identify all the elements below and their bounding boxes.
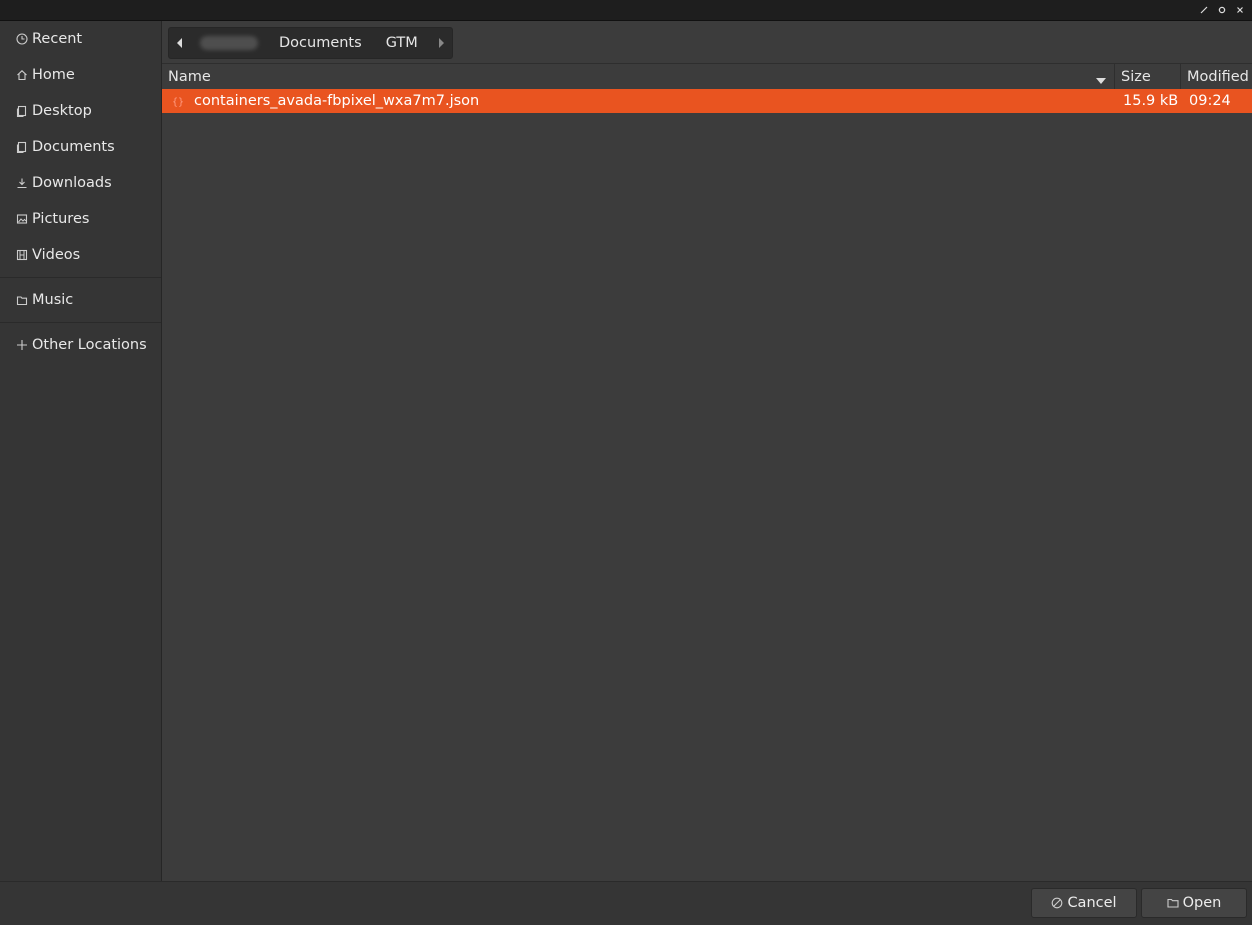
places-sidebar: Recent Home Desktop Documents Downloads … [0, 21, 162, 881]
sidebar-item-documents[interactable]: Documents [0, 130, 161, 164]
action-bar: Cancel Open [0, 881, 1252, 925]
sidebar-item-label: Videos [32, 247, 81, 263]
column-header-modified[interactable]: Modified [1181, 64, 1252, 89]
file-list: Name Size Modified {} containers_avada-f… [162, 63, 1252, 881]
sidebar-item-desktop[interactable]: Desktop [0, 94, 161, 128]
file-name: containers_avada-fbpixel_wxa7m7.json [194, 93, 480, 109]
window-controls [1196, 2, 1248, 18]
sidebar-item-label: Recent [32, 31, 83, 47]
sidebar-item-music[interactable]: Music [0, 283, 161, 317]
path-bar: Documents GTM [168, 27, 453, 59]
cancel-button[interactable]: Cancel [1031, 888, 1137, 918]
file-row[interactable]: {} containers_avada-fbpixel_wxa7m7.json … [162, 89, 1252, 113]
sidebar-divider [0, 322, 161, 323]
svg-text:{}: {} [172, 97, 184, 108]
path-forward-arrow-icon[interactable] [430, 28, 452, 58]
path-segment-documents[interactable]: Documents [267, 28, 374, 58]
file-size: 15.9 kB [1123, 93, 1179, 109]
column-header-label: Size [1121, 68, 1151, 85]
file-modified: 09:24 [1189, 93, 1231, 109]
sidebar-item-downloads[interactable]: Downloads [0, 166, 161, 200]
open-label: Open [1182, 895, 1222, 911]
close-icon[interactable] [1232, 2, 1248, 18]
sort-descending-icon [1096, 72, 1106, 88]
sidebar-item-pictures[interactable]: Pictures [0, 202, 161, 236]
sidebar-item-home[interactable]: Home [0, 58, 161, 92]
sidebar-item-other-locations[interactable]: Other Locations [0, 328, 161, 362]
maximize-icon[interactable] [1214, 2, 1230, 18]
sidebar-item-videos[interactable]: Videos [0, 238, 161, 272]
cancel-label: Cancel [1067, 895, 1117, 911]
folder-open-icon [1167, 897, 1179, 909]
sidebar-item-label: Other Locations [32, 337, 147, 353]
sidebar-divider [0, 277, 161, 278]
file-list-header: Name Size Modified [162, 63, 1252, 90]
json-file-icon: {} [172, 93, 184, 113]
sidebar-item-label: Home [32, 67, 75, 83]
cancel-icon [1051, 897, 1063, 909]
path-segment-home[interactable] [191, 28, 267, 58]
minimize-icon[interactable] [1196, 2, 1212, 18]
sidebar-item-label: Desktop [32, 103, 92, 119]
column-header-label: Modified [1187, 68, 1249, 85]
title-bar [0, 0, 1252, 21]
sidebar-item-label: Documents [32, 139, 115, 155]
sidebar-item-recent[interactable]: Recent [0, 22, 161, 56]
column-header-size[interactable]: Size [1115, 64, 1181, 89]
sidebar-item-label: Pictures [32, 211, 90, 227]
column-header-label: Name [168, 68, 211, 85]
open-button[interactable]: Open [1141, 888, 1247, 918]
sidebar-item-label: Downloads [32, 175, 112, 191]
redacted-home-label [200, 36, 258, 50]
sidebar-item-label: Music [32, 292, 74, 308]
column-header-name[interactable]: Name [162, 64, 1115, 89]
path-back-arrow-icon[interactable] [169, 28, 191, 58]
path-segment-gtm[interactable]: GTM [374, 28, 430, 58]
